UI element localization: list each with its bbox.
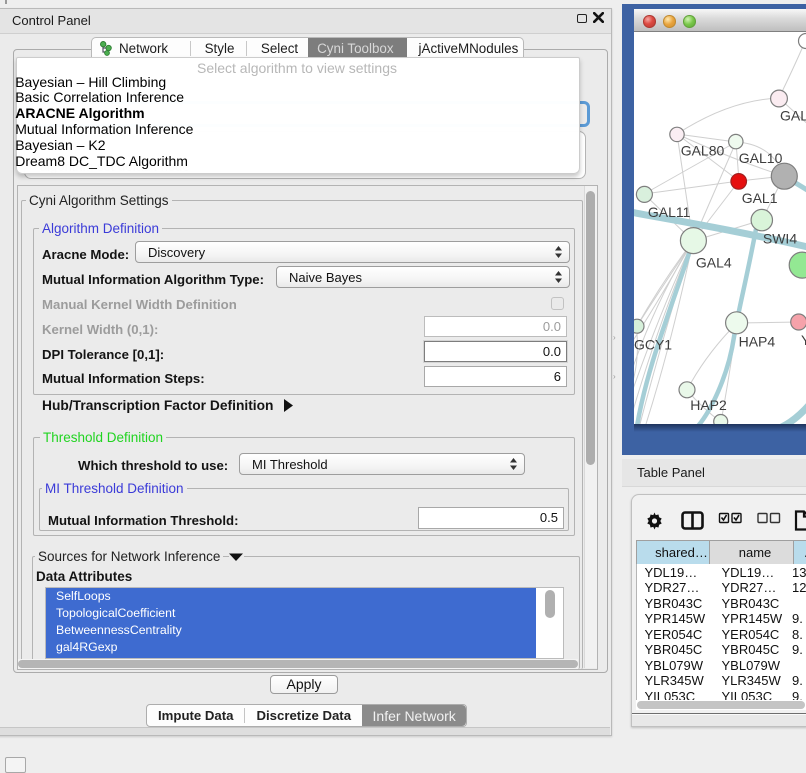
svg-text:HAP2: HAP2 — [690, 397, 727, 413]
svg-text:GAL7: GAL7 — [780, 108, 806, 124]
svg-text:GAL11: GAL11 — [647, 204, 690, 220]
svg-text:GAL1: GAL1 — [741, 190, 777, 206]
svg-text:GAL10: GAL10 — [738, 150, 782, 166]
svg-text:GCY1: GCY1 — [634, 337, 672, 353]
svg-text:GAL4: GAL4 — [695, 254, 731, 270]
svg-text:Y: Y — [801, 332, 806, 348]
svg-text:SWI4: SWI4 — [762, 231, 796, 247]
svg-text:GAL80: GAL80 — [680, 143, 724, 159]
svg-text:HAP4: HAP4 — [738, 334, 775, 350]
